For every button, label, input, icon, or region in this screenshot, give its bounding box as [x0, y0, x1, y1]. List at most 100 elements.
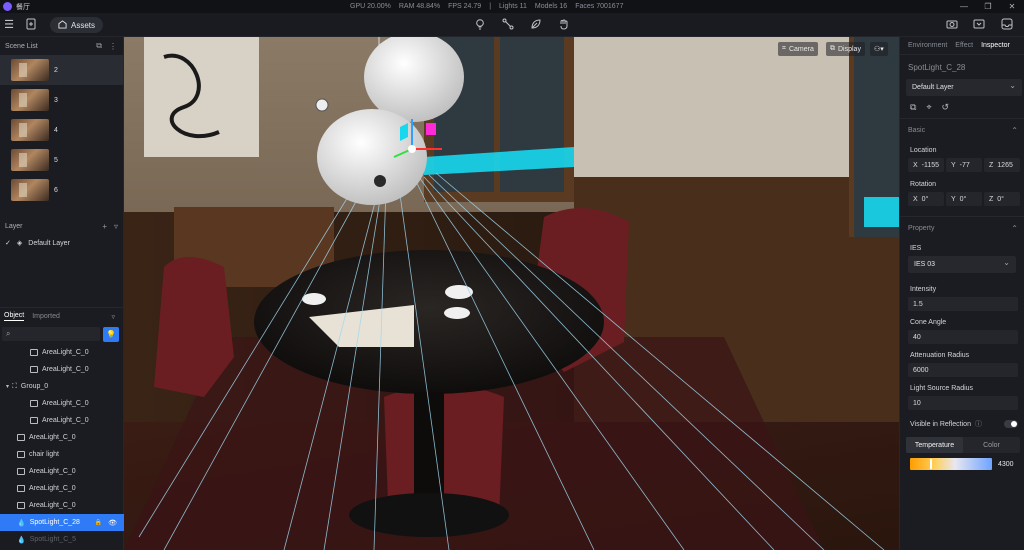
tree-item[interactable]: AreaLight_C_0	[0, 429, 124, 446]
intensity-field[interactable]: 1.5	[908, 297, 1018, 311]
duplicate-icon[interactable]: ⧉	[910, 102, 916, 113]
scene-item[interactable]: 6	[0, 175, 123, 205]
tree-item[interactable]: AreaLight_C_0	[0, 395, 124, 412]
cone-angle-field[interactable]: 40	[908, 330, 1018, 344]
scene-item[interactable]: 4	[0, 115, 123, 145]
bulb-icon[interactable]	[473, 18, 487, 32]
display-button[interactable]: ⧉ Display	[826, 42, 865, 56]
scene-number: 2	[54, 66, 58, 74]
focus-icon[interactable]: ⌖	[926, 102, 931, 113]
hand-icon[interactable]	[557, 18, 571, 32]
filter-icon[interactable]: ▿	[114, 222, 118, 231]
window-mullion	[494, 37, 500, 195]
help-icon[interactable]: ⓘ	[975, 419, 982, 429]
tree-item-label: AreaLight_C_0	[42, 349, 89, 356]
camera-button[interactable]: ⌗ Camera	[778, 42, 818, 56]
area-light-plane-right	[864, 197, 899, 227]
ies-select[interactable]: IES 03 ⌄	[908, 256, 1016, 273]
area-light-icon	[30, 400, 38, 407]
light-source-radius-label: Light Source Radius	[910, 384, 974, 392]
faces-stat: Faces 7001677	[575, 3, 624, 10]
tab-inspector[interactable]: Inspector	[981, 42, 1010, 49]
assets-button[interactable]: Assets	[50, 17, 103, 33]
camera-label: Camera	[788, 45, 814, 53]
location-x-field[interactable]: X -1155	[908, 158, 944, 172]
tree-item[interactable]: AreaLight_C_0	[0, 463, 124, 480]
area-light-icon	[17, 485, 25, 492]
view-options-button[interactable]: ⚇▾	[870, 42, 888, 56]
lock-icon[interactable]: 🔒	[95, 519, 102, 526]
close-icon[interactable]: ✕	[1000, 0, 1024, 13]
window-right-frame	[849, 37, 854, 237]
property-section-header[interactable]: Property ⌃	[900, 216, 1024, 240]
tree-item[interactable]: AreaLight_C_0	[0, 412, 124, 429]
tree-item[interactable]: AreaLight_C_0	[0, 361, 124, 378]
menu-icon[interactable]: ☰	[2, 18, 16, 32]
light-source-radius-field[interactable]: 10	[908, 396, 1018, 410]
tree-item[interactable]: AreaLight_C_0	[0, 497, 124, 514]
tree-item[interactable]: AreaLight_C_0	[0, 344, 124, 361]
object-search-input[interactable]	[15, 327, 95, 341]
temperature-slider-handle[interactable]	[930, 459, 932, 469]
scene-item[interactable]: 2	[0, 55, 123, 85]
tree-item[interactable]: chair light	[0, 446, 124, 463]
scene-render	[124, 37, 899, 550]
layer-label: Default Layer	[28, 239, 70, 247]
rotation-x-field[interactable]: X 0°	[908, 192, 944, 206]
rotation-z-field[interactable]: Z 0°	[984, 192, 1020, 206]
location-z-field[interactable]: Z 1265	[984, 158, 1020, 172]
tab-imported[interactable]: Imported	[32, 313, 60, 320]
light-marker-icon[interactable]	[315, 98, 329, 112]
layer-item-default[interactable]: ✓ ◈ Default Layer	[0, 235, 124, 251]
tree-item[interactable]: 💧 SpotLight_C_5	[0, 531, 124, 548]
tab-object[interactable]: Object	[4, 312, 25, 321]
scene-list-header: Scene List ⧉ ⋮	[0, 37, 123, 55]
leaf-icon[interactable]	[529, 18, 543, 32]
dining-table	[254, 250, 604, 394]
line-icon[interactable]	[501, 18, 515, 32]
visible-in-reflection-toggle[interactable]	[1004, 420, 1018, 428]
more-icon[interactable]: ⋮	[109, 42, 117, 51]
attenuation-radius-label: Attenuation Radius	[910, 351, 970, 359]
location-fields: X -1155 Y -77 Z 1265	[900, 158, 1024, 174]
temperature-value[interactable]: 4300	[998, 461, 1014, 468]
import-file-icon[interactable]	[24, 18, 38, 32]
layer-select[interactable]: Default Layer ⌄	[906, 79, 1022, 96]
screenshot-icon[interactable]	[945, 18, 959, 32]
scene-list: 2 3 4 5 6	[0, 55, 123, 205]
tab-effect[interactable]: Effect	[955, 42, 973, 49]
tree-item-label: Group_0	[20, 383, 49, 390]
area-light-icon	[17, 502, 25, 509]
inspector-tabs: Environment Effect Inspector	[900, 37, 1024, 55]
basic-section-header[interactable]: Basic ⌃	[900, 118, 1024, 142]
3d-viewport[interactable]: ⌗ Camera ⧉ Display ⚇▾	[124, 37, 899, 550]
visibility-eye-icon[interactable]: 👁	[108, 519, 117, 527]
light-filter-button[interactable]: 💡	[103, 326, 119, 342]
expand-caret-icon[interactable]: ▾	[6, 383, 9, 390]
rotation-y-field[interactable]: Y 0°	[946, 192, 982, 206]
tree-item[interactable]: ▾ ⛶ Group_0	[0, 378, 124, 395]
scene-item[interactable]: 3	[0, 85, 123, 115]
temperature-option[interactable]: Temperature	[906, 437, 963, 453]
filter-icon[interactable]: ▿	[111, 313, 115, 321]
scene-camera-icon[interactable]: ⧉	[96, 41, 102, 51]
add-layer-icon[interactable]: +	[102, 222, 107, 231]
gpu-stat: GPU 20.00%	[350, 3, 391, 10]
tree-item[interactable]: AreaLight_C_0	[0, 480, 124, 497]
attenuation-radius-field[interactable]: 6000	[908, 363, 1018, 377]
temperature-slider[interactable]	[910, 458, 992, 470]
restore-icon[interactable]: ❐	[976, 0, 1000, 13]
color-option[interactable]: Color	[963, 437, 1020, 453]
minimize-icon[interactable]: —	[952, 0, 976, 13]
layer-header: Layer + ▿	[0, 217, 124, 235]
tab-environment[interactable]: Environment	[908, 42, 947, 49]
performance-stats: GPU 20.00% RAM 48.84% FPS 24.79 | Lights…	[350, 0, 623, 13]
object-section: Object Imported ▿ ⌕ 💡 AreaLight_C_0 AreaL…	[0, 307, 124, 548]
location-y-field[interactable]: Y -77	[946, 158, 982, 172]
tree-item[interactable]: 💧 SpotLight_C_28 🔒 👁	[0, 514, 124, 531]
chevron-down-icon: ⌄	[1003, 258, 1010, 267]
render-icon[interactable]	[972, 18, 986, 32]
scene-item[interactable]: 5	[0, 145, 123, 175]
inbox-icon[interactable]	[1000, 18, 1014, 32]
reset-icon[interactable]: ↺	[942, 102, 950, 113]
